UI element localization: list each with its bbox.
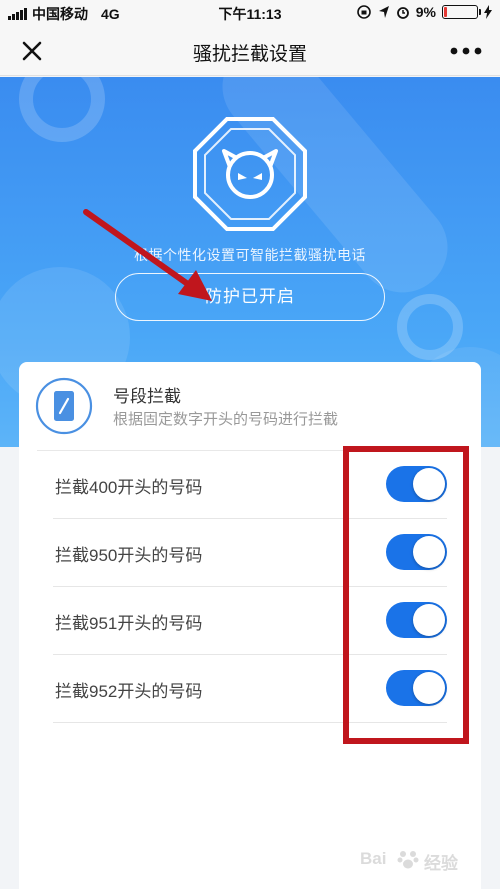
annotation-box	[343, 446, 469, 744]
location-icon	[378, 6, 389, 18]
protection-status-button[interactable]: 防护已开启	[115, 273, 385, 321]
card-description: 根据固定数字开头的号码进行拦截	[113, 411, 339, 428]
battery-fill	[444, 7, 447, 17]
baidu-watermark: Bai 经验	[360, 839, 480, 879]
alarm-icon	[396, 7, 409, 19]
watermark-right: 经验	[424, 854, 458, 873]
paw-icon	[397, 851, 419, 869]
rule-label: 拦截952开头的号码	[55, 682, 203, 701]
status-bar: 中国移动 4G 下午11:13 9%	[0, 0, 500, 26]
rule-label: 拦截950开头的号码	[55, 546, 203, 565]
charging-icon	[484, 5, 492, 19]
watermark-left: Bai	[360, 849, 387, 868]
card-title: 号段拦截	[113, 387, 181, 406]
battery-percent: 9%	[415, 4, 436, 20]
status-right: 9%	[356, 4, 492, 20]
card-header: 号段拦截 根据固定数字开头的号码进行拦截	[19, 362, 481, 450]
more-icon[interactable]	[446, 38, 486, 64]
battery-icon	[442, 5, 481, 19]
rotation-lock-icon	[356, 5, 371, 19]
page-title: 骚扰拦截设置	[192, 44, 307, 65]
hero-description: 根据个性化设置可智能拦截骚扰电话	[134, 247, 366, 263]
phone-icon	[35, 377, 93, 435]
shield-devil-icon	[193, 117, 307, 231]
rule-label: 拦截400开头的号码	[55, 478, 203, 497]
rule-label: 拦截951开头的号码	[55, 614, 203, 633]
nav-bar: 骚扰拦截设置	[0, 26, 500, 76]
